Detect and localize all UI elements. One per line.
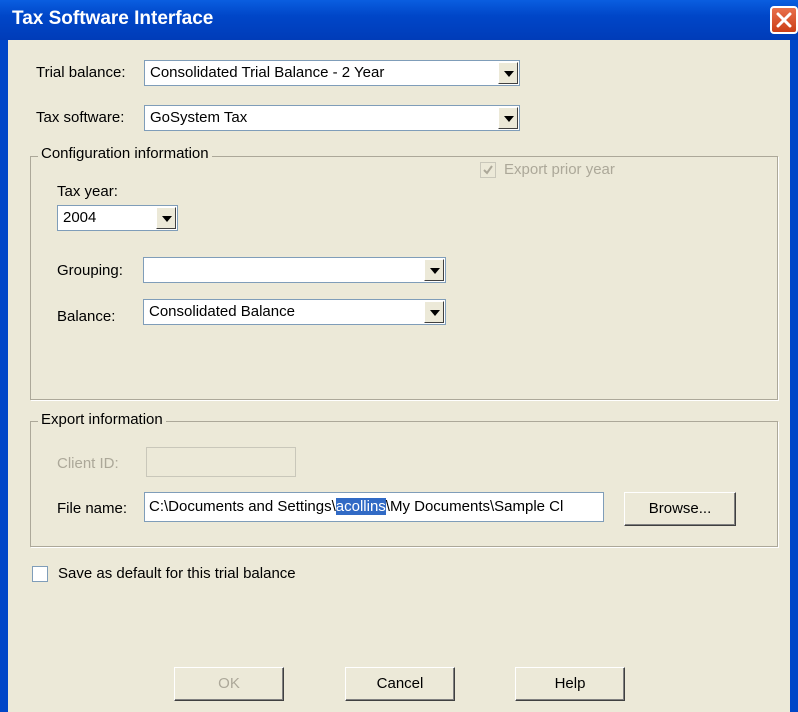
- file-name-value: C:\Documents and Settings\acollins\My Do…: [149, 498, 563, 515]
- balance-select[interactable]: Consolidated Balance: [143, 299, 446, 325]
- export-prior-year-checkbox[interactable]: [480, 162, 496, 178]
- export-prior-year-label: Export prior year: [504, 161, 615, 178]
- export-group: [30, 421, 778, 547]
- save-default-checkbox[interactable]: [32, 566, 48, 582]
- file-name-label: File name:: [57, 500, 128, 517]
- window-title: Tax Software Interface: [12, 8, 214, 29]
- browse-button[interactable]: Browse...: [624, 492, 736, 526]
- ok-button[interactable]: OK: [174, 667, 284, 701]
- grouping-select[interactable]: [143, 257, 446, 283]
- client-id-input[interactable]: [146, 447, 296, 477]
- balance-label: Balance:: [57, 308, 116, 325]
- tax-year-select[interactable]: 2004: [57, 205, 178, 231]
- trial-balance-select[interactable]: Consolidated Trial Balance - 2 Year: [144, 60, 520, 86]
- client-id-label: Client ID:: [57, 455, 119, 472]
- file-name-prefix: C:\Documents and Settings\: [149, 498, 336, 515]
- tax-year-value: 2004: [63, 209, 97, 226]
- close-button[interactable]: [770, 6, 798, 34]
- trial-balance-value: Consolidated Trial Balance - 2 Year: [150, 64, 385, 81]
- export-group-title: Export information: [38, 411, 166, 428]
- chevron-down-icon[interactable]: [498, 107, 518, 129]
- tax-year-label: Tax year:: [57, 183, 118, 200]
- cancel-button[interactable]: Cancel: [345, 667, 455, 701]
- window-border-left: [0, 40, 8, 712]
- trial-balance-label: Trial balance:: [36, 64, 126, 81]
- close-icon: [776, 12, 792, 28]
- chevron-down-icon[interactable]: [424, 259, 444, 281]
- tax-software-select[interactable]: GoSystem Tax: [144, 105, 520, 131]
- file-name-input[interactable]: C:\Documents and Settings\acollins\My Do…: [144, 492, 604, 522]
- chevron-down-icon[interactable]: [156, 207, 176, 229]
- chevron-down-icon[interactable]: [498, 62, 518, 84]
- tax-software-label: Tax software:: [36, 109, 125, 126]
- window-border-right: [790, 40, 798, 712]
- configuration-group-title: Configuration information: [38, 145, 212, 162]
- file-name-suffix: \My Documents\Sample Cl: [385, 498, 564, 515]
- file-name-selection: acollins: [335, 498, 386, 515]
- help-button[interactable]: Help: [515, 667, 625, 701]
- chevron-down-icon[interactable]: [424, 301, 444, 323]
- checkmark-icon: [483, 165, 493, 175]
- save-default-label: Save as default for this trial balance: [58, 565, 296, 582]
- title-bar: Tax Software Interface: [0, 0, 798, 40]
- balance-value: Consolidated Balance: [149, 303, 295, 320]
- grouping-label: Grouping:: [57, 262, 123, 279]
- tax-software-value: GoSystem Tax: [150, 109, 248, 126]
